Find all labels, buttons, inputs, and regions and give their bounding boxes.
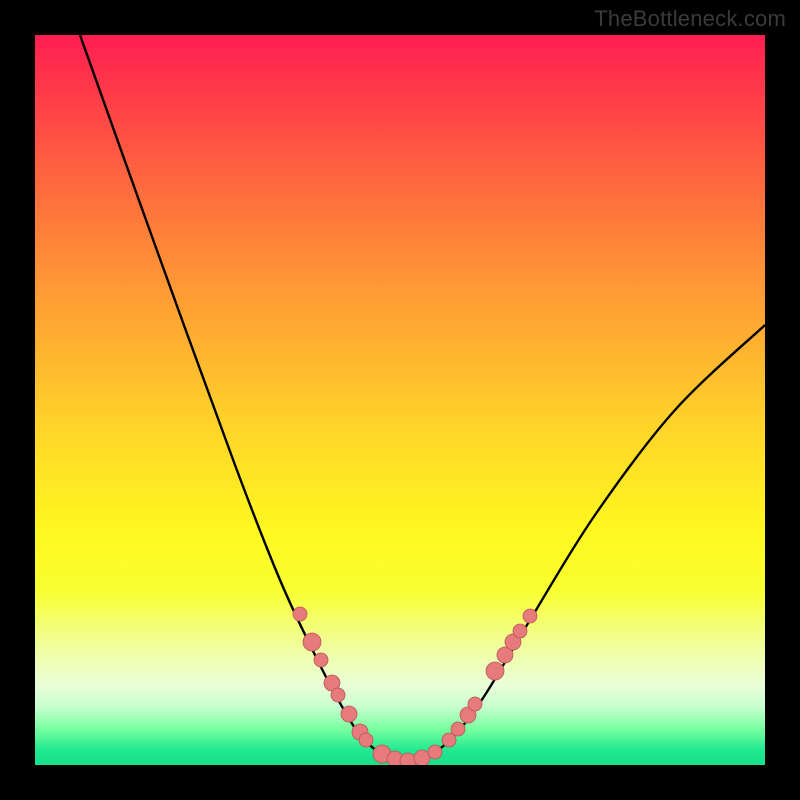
curve-dot [314,653,328,667]
curve-dot [293,607,307,621]
curve-dot [359,733,373,747]
curve-dot [331,688,345,702]
curve-dot [513,624,527,638]
curve-dots [293,607,537,765]
curve-dot [414,750,430,765]
curve-dot [428,745,442,759]
curve-dot [486,662,504,680]
curve-dot [523,609,537,623]
curve-dot [303,633,321,651]
curve-path [80,35,765,761]
watermark-text: TheBottleneck.com [594,6,786,32]
curve-dot [451,722,465,736]
outer-frame: TheBottleneck.com [0,0,800,800]
curve-dot [400,753,416,765]
plot-area [35,35,765,765]
bottleneck-curve [35,35,765,765]
curve-dot [468,697,482,711]
curve-dot [341,706,357,722]
